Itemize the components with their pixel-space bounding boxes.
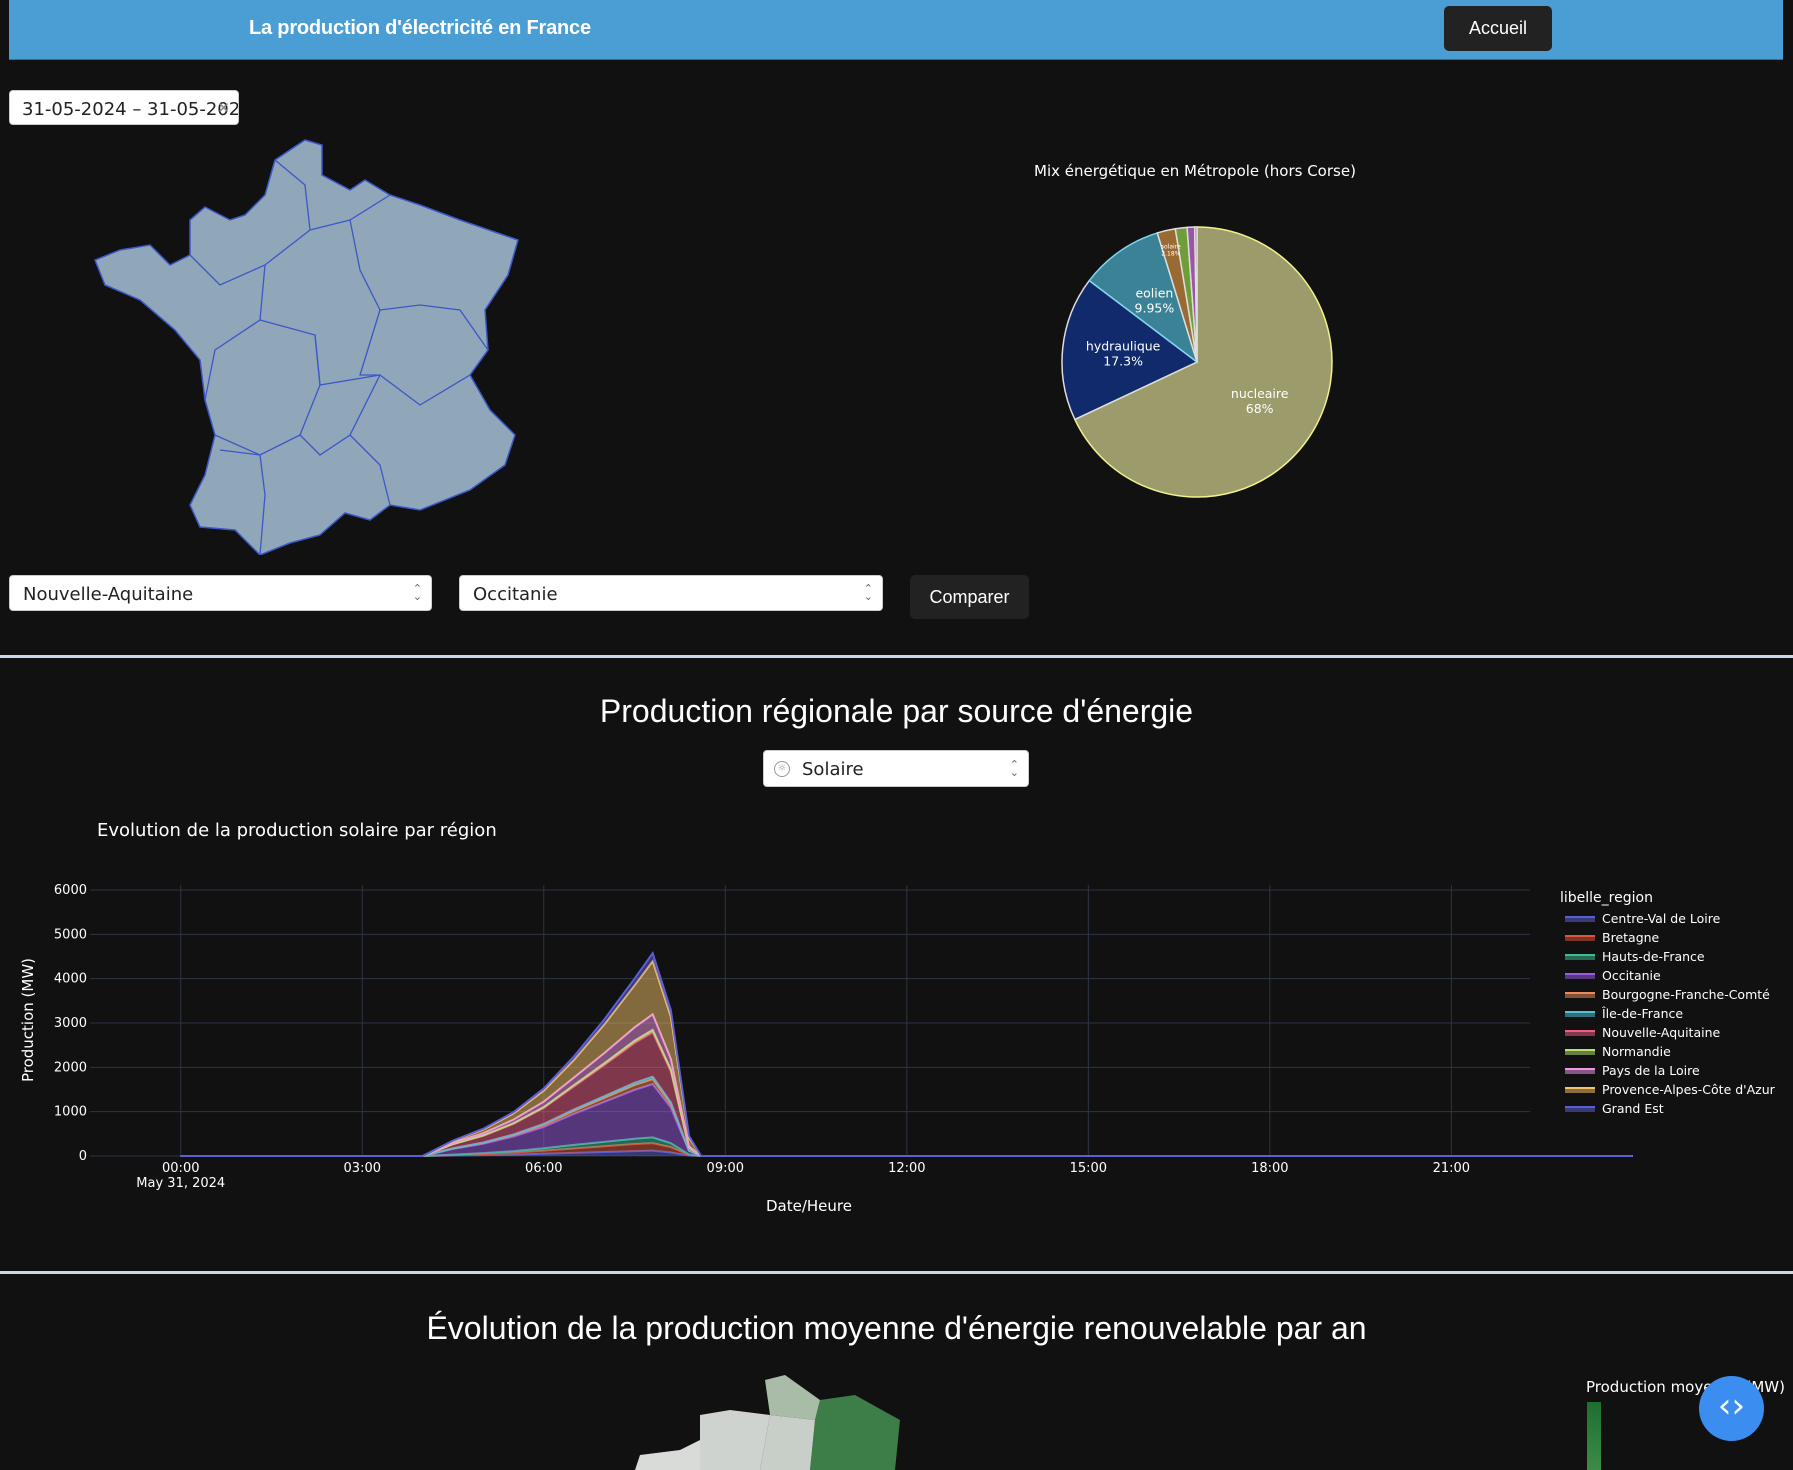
x-axis-label: Date/Heure — [766, 1197, 852, 1215]
map-region-hauts-de-france[interactable] — [765, 1375, 820, 1420]
x-tick-label: 06:00 — [525, 1161, 562, 1176]
pie-label-solaire: solaire 2.18% — [1161, 243, 1181, 257]
code-toggle-button[interactable]: ‹› — [1699, 1376, 1764, 1441]
solar-production-area-chart[interactable]: 0 1000 2000 3000 4000 5000 6000 00:00 03:00 06:00… — [0, 870, 1793, 1230]
legend-swatch — [1565, 953, 1595, 960]
chevron-updown-icon: ⌃ ⌄ — [863, 582, 873, 603]
page-title: La production d'électricité en France — [249, 17, 591, 39]
y-tick-label: 4000 — [54, 972, 87, 987]
sun-icon: ☼ — [774, 761, 790, 777]
legend-item[interactable]: Normandie — [1560, 1042, 1775, 1061]
legend-swatch — [1565, 934, 1595, 941]
chart-legend: libelle_region Centre-Val de Loire Bretag… — [1560, 890, 1775, 1118]
energy-source-value: Solaire — [802, 759, 864, 780]
energy-mix-pie-chart[interactable]: nucleaire 68%hydraulique 17.3%eolien 9.95%s… — [1055, 220, 1339, 504]
legend-label: Nouvelle-Aquitaine — [1602, 1025, 1721, 1040]
section-title-regional: Production régionale par source d'énergi… — [599, 693, 1194, 729]
legend-item[interactable]: Bourgogne-Franche-Comté — [1560, 985, 1775, 1004]
region-b-value: Occitanie — [473, 584, 558, 605]
legend-item[interactable]: Grand Est — [1560, 1099, 1775, 1118]
area-chart-title: Evolution de la production solaire par r… — [97, 820, 497, 841]
x-tick-date-label: May 31, 2024 — [136, 1176, 225, 1191]
legend-item[interactable]: Pays de la Loire — [1560, 1061, 1775, 1080]
y-tick-label: 1000 — [54, 1105, 87, 1120]
region-a-select[interactable]: Nouvelle-Aquitaine ⌃ ⌄ — [9, 575, 432, 611]
close-icon[interactable]: ✕ — [217, 99, 230, 117]
region-b-select[interactable]: Occitanie ⌃ ⌄ — [459, 575, 883, 611]
x-tick-label: 03:00 — [344, 1161, 381, 1176]
pie-label-eolien: eolien 9.95% — [1135, 285, 1175, 315]
legend-label: Provence-Alpes-Côte d'Azur — [1602, 1082, 1775, 1097]
y-tick-label: 6000 — [54, 883, 87, 898]
energy-source-select[interactable]: ☼ Solaire ⌃ ⌄ — [763, 750, 1029, 787]
legend-swatch — [1565, 1029, 1595, 1036]
map-region-normandie[interactable] — [700, 1410, 770, 1470]
legend-item[interactable]: Occitanie — [1560, 966, 1775, 985]
date-range-picker[interactable]: 31-05-2024 – 31-05-2024 ✕ — [9, 90, 239, 125]
map-region-grand-est[interactable] — [810, 1395, 900, 1470]
x-tick-label: 18:00 — [1251, 1161, 1288, 1176]
renewable-choropleth-map[interactable] — [620, 1360, 920, 1470]
legend-swatch — [1565, 915, 1595, 922]
france-regions-map[interactable] — [90, 135, 530, 555]
x-tick-label: 15:00 — [1070, 1161, 1107, 1176]
legend-item[interactable]: Hauts-de-France — [1560, 947, 1775, 966]
y-tick-label: 3000 — [54, 1016, 87, 1031]
section-title-renewable: Évolution de la production moyenne d'éne… — [426, 1310, 1367, 1346]
x-tick-label: 09:00 — [707, 1161, 744, 1176]
legend-label: Grand Est — [1602, 1101, 1664, 1116]
compare-button[interactable]: Comparer — [910, 575, 1029, 619]
legend-title: libelle_region — [1560, 890, 1653, 906]
code-icon: ‹› — [1717, 1386, 1746, 1426]
y-axis-label: Production (MW) — [19, 958, 37, 1082]
legend-swatch — [1565, 1010, 1595, 1017]
legend-label: Centre-Val de Loire — [1602, 911, 1721, 926]
date-range-value: 31-05-2024 – 31-05-2024 — [22, 99, 239, 120]
header-bar: La production d'électricité en France Ac… — [9, 0, 1783, 60]
chevron-updown-icon: ⌃ ⌄ — [412, 582, 422, 603]
legend-label: Île-de-France — [1602, 1006, 1684, 1021]
legend-label: Occitanie — [1602, 968, 1661, 983]
legend-swatch — [1565, 972, 1595, 979]
y-tick-label: 0 — [79, 1149, 87, 1164]
y-tick-label: 2000 — [54, 1060, 87, 1075]
legend-item[interactable]: Centre-Val de Loire — [1560, 909, 1775, 928]
colorbar — [1587, 1402, 1601, 1470]
legend-swatch — [1565, 1086, 1595, 1093]
legend-swatch — [1565, 1105, 1595, 1112]
home-button[interactable]: Accueil — [1444, 6, 1552, 51]
legend-swatch — [1565, 1048, 1595, 1055]
legend-item[interactable]: Nouvelle-Aquitaine — [1560, 1023, 1775, 1042]
legend-label: Pays de la Loire — [1602, 1063, 1700, 1078]
region-a-value: Nouvelle-Aquitaine — [23, 584, 194, 605]
section-divider — [0, 1271, 1793, 1274]
legend-label: Bourgogne-Franche-Comté — [1602, 987, 1770, 1002]
x-tick-label: 21:00 — [1433, 1161, 1470, 1176]
legend-label: Normandie — [1602, 1044, 1671, 1059]
legend-item[interactable]: Île-de-France — [1560, 1004, 1775, 1023]
legend-item[interactable]: Bretagne — [1560, 928, 1775, 947]
chevron-updown-icon: ⌃ ⌄ — [1009, 758, 1019, 779]
legend-swatch — [1565, 1067, 1595, 1074]
pie-chart-title: Mix énergétique en Métropole (hors Corse… — [1034, 162, 1356, 180]
x-tick-label: 00:00 — [162, 1161, 199, 1176]
map-region-bretagne[interactable] — [635, 1440, 700, 1470]
y-tick-label: 5000 — [54, 927, 87, 942]
legend-label: Hauts-de-France — [1602, 949, 1705, 964]
legend-swatch — [1565, 991, 1595, 998]
legend-item[interactable]: Provence-Alpes-Côte d'Azur — [1560, 1080, 1775, 1099]
section-divider — [0, 655, 1793, 658]
x-tick-label: 12:00 — [888, 1161, 925, 1176]
legend-label: Bretagne — [1602, 930, 1660, 945]
